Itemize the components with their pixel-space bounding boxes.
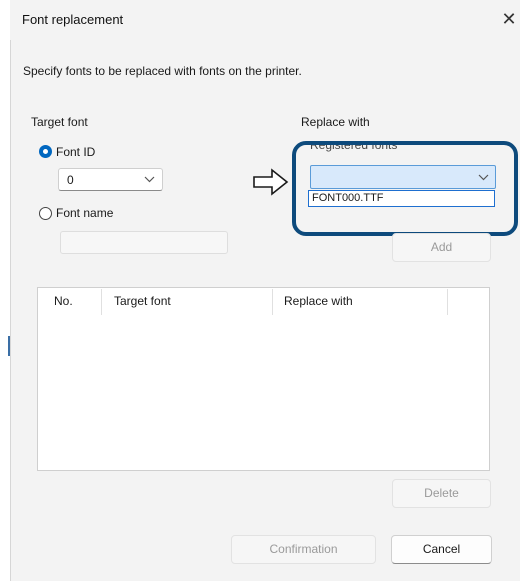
column-header-no[interactable]: No. [54, 294, 73, 308]
close-icon[interactable]: ✕ [499, 9, 519, 29]
column-separator [101, 289, 102, 315]
column-header-target-font[interactable]: Target font [114, 294, 171, 308]
confirmation-button[interactable]: Confirmation [231, 535, 376, 564]
callout-highlight [292, 141, 518, 236]
cancel-button[interactable]: Cancel [391, 535, 492, 564]
chevron-down-icon [144, 171, 155, 190]
instruction-text: Specify fonts to be replaced with fonts … [23, 64, 302, 78]
font-name-label: Font name [56, 206, 114, 220]
replace-with-heading: Replace with [301, 115, 370, 129]
column-header-replace-with[interactable]: Replace with [284, 294, 353, 308]
column-separator [447, 289, 448, 315]
target-font-heading: Target font [31, 115, 88, 129]
delete-button[interactable]: Delete [392, 479, 491, 508]
font-id-value: 0 [67, 173, 74, 187]
dialog-title: Font replacement [22, 12, 124, 27]
font-name-radio[interactable] [39, 207, 52, 220]
replacement-table[interactable]: No. Target font Replace with [37, 287, 490, 471]
right-arrow-icon [252, 167, 290, 200]
add-button[interactable]: Add [392, 233, 491, 262]
font-id-radio[interactable] [39, 145, 52, 158]
font-id-label: Font ID [56, 145, 96, 159]
font-name-input[interactable] [60, 231, 228, 254]
background-window-edge [0, 0, 10, 581]
font-id-combobox[interactable]: 0 [58, 168, 163, 191]
column-separator [272, 289, 273, 315]
